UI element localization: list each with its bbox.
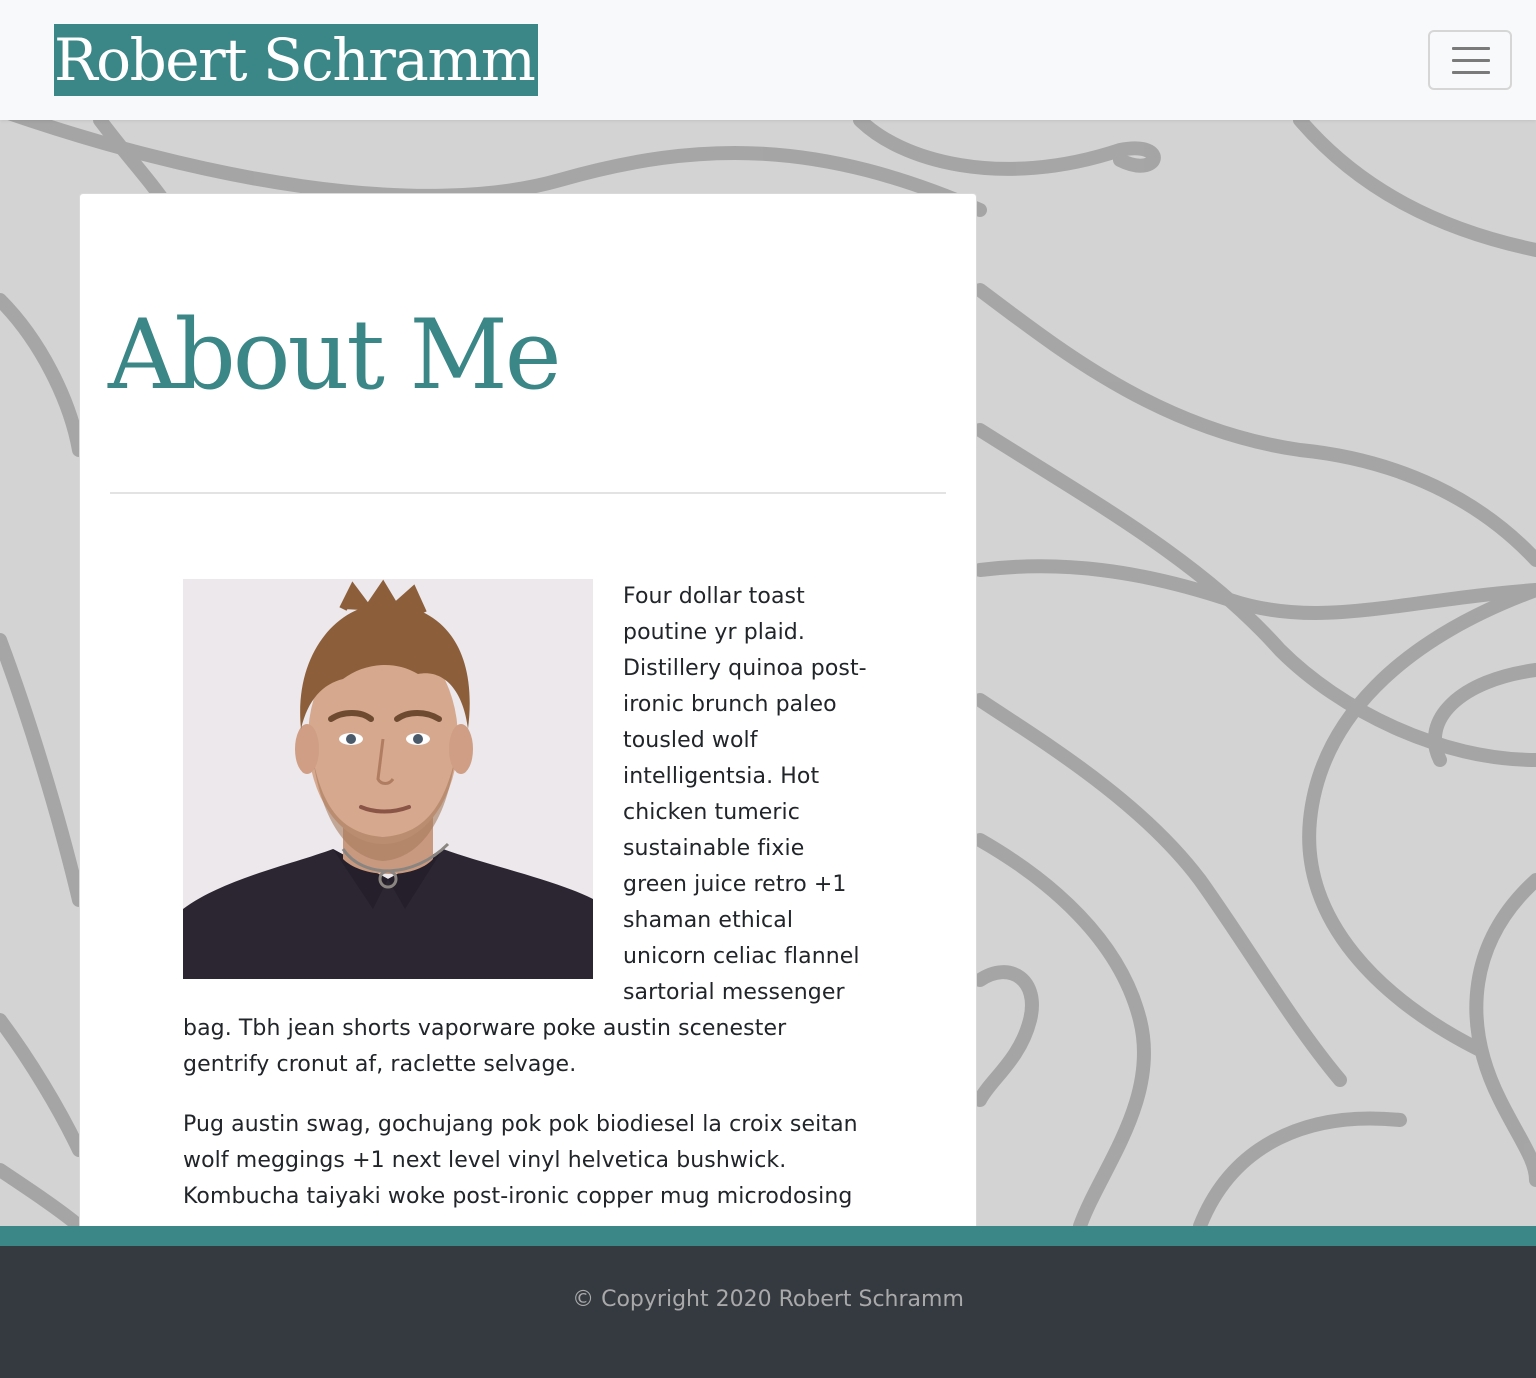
footer-accent-stripe — [0, 1226, 1536, 1246]
about-content: Four dollar toast poutine yr plaid. Dist… — [183, 579, 873, 1239]
profile-photo — [183, 579, 593, 979]
page-title: About Me — [108, 299, 562, 411]
footer: © Copyright 2020 Robert Schramm — [0, 1246, 1536, 1378]
navbar-toggler-button[interactable] — [1428, 30, 1512, 90]
copyright-text: © Copyright 2020 Robert Schramm — [572, 1287, 964, 1312]
brand-link[interactable]: Robert Schramm — [54, 24, 538, 96]
navbar: Robert Schramm — [0, 0, 1536, 120]
title-divider — [110, 492, 946, 494]
page: Robert Schramm About Me Four dollar toas… — [0, 0, 1536, 1378]
about-card: About Me Four dollar toast poutine yr pl… — [79, 193, 977, 1293]
about-paragraph-2: Pug austin swag, gochujang pok pok biodi… — [183, 1112, 858, 1209]
